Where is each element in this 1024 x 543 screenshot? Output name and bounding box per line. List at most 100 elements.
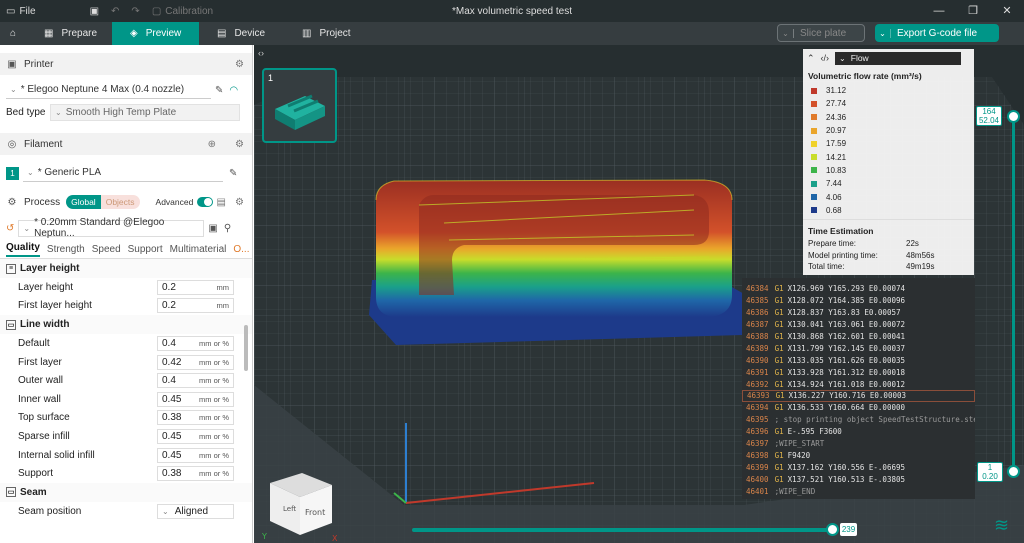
- filament-add-icon[interactable]: ⊕: [208, 139, 216, 150]
- gcode-args: X130.041 Y163.061 E0.00072: [787, 320, 906, 330]
- setting-input[interactable]: 0.45 mm or %: [157, 447, 234, 463]
- collapse-sidebar-icon[interactable]: ‹›: [258, 48, 270, 60]
- gcode-command: G1: [775, 391, 785, 401]
- wifi-icon[interactable]: ◠: [229, 85, 238, 96]
- setting-row: Default 0.4 mm or %: [0, 334, 252, 353]
- gcode-line[interactable]: 46395 ; stop printing object SpeedTestStr…: [742, 414, 975, 426]
- close-icon[interactable]: ✕: [990, 0, 1024, 22]
- tab-project[interactable]: ▥ Project: [284, 22, 369, 45]
- layer-slider[interactable]: [1012, 118, 1015, 470]
- minimize-icon[interactable]: —: [922, 0, 956, 22]
- collapse-icon[interactable]: ⌃: [807, 53, 815, 64]
- tab-support[interactable]: Support: [128, 244, 163, 255]
- gcode-line[interactable]: 46394 G1 X136.533 Y160.664 E0.00000: [742, 402, 975, 414]
- global-option[interactable]: Global: [66, 195, 101, 209]
- slice-plate-button[interactable]: ⌄ Slice plate: [777, 24, 865, 42]
- tab-others[interactable]: O...: [233, 244, 249, 255]
- setting-unit: mm or %: [199, 376, 229, 386]
- filament-index-badge: 1: [6, 166, 19, 180]
- move-slider[interactable]: [412, 528, 832, 532]
- setting-input[interactable]: 0.4 mm or %: [157, 335, 234, 351]
- plate-thumbnail[interactable]: 1: [262, 68, 337, 143]
- objects-option[interactable]: Objects: [100, 195, 140, 209]
- printer-settings-icon[interactable]: ⚙: [235, 59, 244, 70]
- gcode-line[interactable]: 46397 ;WIPE_START: [742, 438, 975, 450]
- gcode-command: G1: [774, 332, 784, 341]
- layer-slider-bottom-handle[interactable]: [1007, 465, 1020, 478]
- edit-icon[interactable]: ✎: [215, 85, 223, 96]
- maximize-icon[interactable]: ❐: [956, 0, 990, 22]
- calibration-menu[interactable]: ▢ Calibration: [146, 0, 219, 22]
- gcode-line[interactable]: 46384 G1 X126.969 Y165.293 E0.00074: [742, 283, 975, 295]
- process-scope-toggle[interactable]: Global Objects: [66, 195, 140, 209]
- setting-input[interactable]: 0.42 mm or %: [157, 354, 234, 370]
- setting-row: Outer wall 0.4 mm or %: [0, 371, 252, 390]
- redo-icon[interactable]: ↷: [125, 0, 145, 22]
- gcode-line[interactable]: 46391 G1 X133.928 Y161.312 E0.00018: [742, 366, 975, 378]
- gcode-line[interactable]: 46390 G1 X133.035 Y161.626 E0.00035: [742, 354, 975, 366]
- layer-slider-top-handle[interactable]: [1007, 110, 1020, 123]
- gcode-line[interactable]: 46400 G1 X137.521 Y160.513 E-.03805: [742, 473, 975, 485]
- legend-item: 4.06: [803, 190, 974, 203]
- gcode-line[interactable]: 46396 G1 E-.595 F3600: [742, 426, 975, 438]
- gcode-line-number: 46392: [746, 379, 769, 389]
- view-cube[interactable]: Left Front X Y: [260, 463, 338, 543]
- setting-input[interactable]: 0.38 mm or %: [157, 466, 234, 482]
- tab-speed[interactable]: Speed: [92, 244, 121, 255]
- printer-select[interactable]: ⌄ * Elegoo Neptune 4 Max (0.4 nozzle): [6, 82, 211, 99]
- setting-value: 0.4: [162, 337, 176, 349]
- tab-multimaterial[interactable]: Multimaterial: [170, 244, 227, 255]
- gcode-line[interactable]: 46389 G1 X131.799 Y162.145 E0.00037: [742, 342, 975, 354]
- gcode-line[interactable]: 46387 G1 X130.041 Y163.061 E0.00072: [742, 319, 975, 331]
- setting-unit: mm or %: [199, 450, 229, 460]
- gcode-line-number: 46400: [746, 474, 769, 484]
- setting-input[interactable]: 0.4 mm or %: [157, 373, 234, 389]
- tab-prepare[interactable]: ▦ Prepare: [26, 22, 112, 45]
- view-type-select[interactable]: ⌄ Flow: [835, 51, 962, 65]
- process-settings-icon[interactable]: ⚙: [235, 197, 244, 208]
- filament-select[interactable]: ⌄ * Generic PLA: [23, 165, 223, 182]
- tab-device[interactable]: ▤ Device: [199, 22, 284, 45]
- export-gcode-button[interactable]: ⌄ Export G-code file: [875, 24, 999, 42]
- tab-preview[interactable]: ◈ Preview: [112, 22, 199, 45]
- move-slider-handle[interactable]: [826, 523, 839, 536]
- advanced-toggle[interactable]: [197, 197, 214, 207]
- gcode-line[interactable]: 46401 ;WIPE_END: [742, 485, 975, 497]
- code-icon[interactable]: ‹/›: [821, 53, 830, 63]
- gcode-line[interactable]: 46385 G1 X128.072 Y164.385 E0.00096: [742, 295, 975, 307]
- file-menu[interactable]: ▭ File: [0, 0, 42, 22]
- save-icon[interactable]: ▣: [84, 0, 105, 22]
- gcode-line[interactable]: 46398 G1 F9420: [742, 449, 975, 461]
- setting-input[interactable]: 0.38 mm or %: [157, 410, 234, 426]
- chevron-down-icon: ⌄: [162, 506, 169, 516]
- gcode-args: X133.035 Y161.626 E0.00035: [787, 355, 906, 365]
- home-icon[interactable]: ⌂: [0, 22, 26, 45]
- edit-icon[interactable]: ✎: [229, 168, 237, 179]
- gcode-line[interactable]: 46393 G1 X136.227 Y160.716 E0.00003: [742, 390, 975, 402]
- tab-strength[interactable]: Strength: [47, 244, 85, 255]
- setting-unit: mm or %: [199, 469, 229, 479]
- legend-swatch: [811, 154, 817, 161]
- gcode-line[interactable]: 46386 G1 X128.837 Y163.83 E0.00057: [742, 307, 975, 319]
- setting-label: Outer wall: [18, 375, 64, 387]
- reset-icon[interactable]: ↺: [6, 223, 14, 234]
- setting-input[interactable]: 0.2 mm: [157, 298, 234, 314]
- setting-input[interactable]: 0.2 mm: [157, 279, 234, 295]
- layers-icon[interactable]: ≋: [994, 515, 1014, 535]
- bed-type-select[interactable]: ⌄ Smooth High Temp Plate: [50, 103, 240, 121]
- tab-quality[interactable]: Quality: [6, 242, 40, 257]
- sidebar-scrollbar[interactable]: [244, 325, 248, 371]
- gcode-args: X128.837 Y163.83 E0.00057: [787, 308, 901, 318]
- filament-settings-icon[interactable]: ⚙: [235, 139, 244, 150]
- undo-icon[interactable]: ↶: [105, 0, 125, 22]
- search-icon[interactable]: ⚲: [224, 223, 231, 234]
- gcode-line[interactable]: 46399 G1 X137.162 Y160.556 E-.06695: [742, 461, 975, 473]
- seam-position-select[interactable]: ⌄ Aligned: [157, 503, 234, 519]
- gcode-line[interactable]: 46392 G1 X134.924 Y161.018 E0.00012: [742, 378, 975, 390]
- process-profile-select[interactable]: ⌄ * 0.20mm Standard @Elegoo Neptun...: [18, 217, 205, 239]
- setting-input[interactable]: 0.45 mm or %: [157, 428, 234, 444]
- setting-input[interactable]: 0.45 mm or %: [157, 391, 234, 407]
- gcode-line[interactable]: 46388 G1 X130.868 Y162.601 E0.00041: [742, 331, 975, 343]
- save-profile-icon[interactable]: ▣: [208, 223, 217, 234]
- process-list-icon[interactable]: ▤: [217, 197, 226, 208]
